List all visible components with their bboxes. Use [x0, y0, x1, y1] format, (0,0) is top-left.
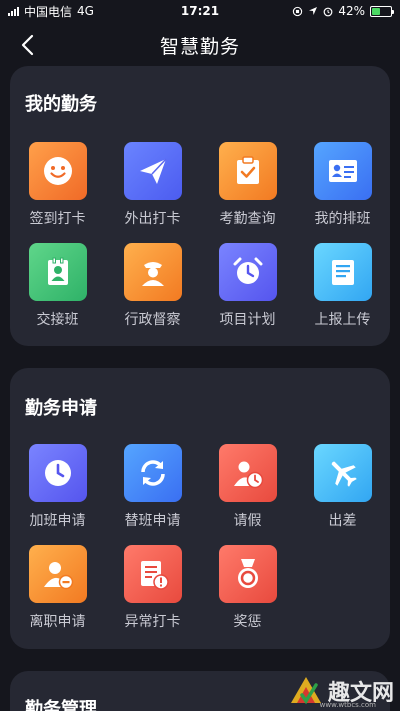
watermark-url: www.wtbcs.com: [319, 701, 376, 709]
grid-item-label: 替班申请: [124, 513, 181, 529]
grid-item-label: 离职申请: [29, 614, 86, 630]
page-title: 智慧勤务: [159, 35, 240, 58]
grid-item-label: 上报上传: [314, 312, 371, 328]
grid-item-label: 项目计划: [219, 312, 276, 328]
alarm-clock-icon: [218, 243, 277, 301]
smile-icon: [28, 142, 87, 200]
grid-item-label: 请假: [233, 513, 262, 529]
signal-icon: [8, 6, 19, 16]
clipboard-check-icon: [218, 142, 277, 200]
grid-item-label: 加班申请: [29, 513, 86, 529]
clock-icon: [28, 444, 87, 502]
grid-item-leave[interactable]: 请假: [200, 444, 295, 530]
paper-plane-icon: [123, 142, 182, 200]
grid-item-label: 奖惩: [233, 614, 262, 630]
section-title: 我的勤务: [25, 94, 97, 115]
id-card-icon: [313, 142, 372, 200]
grid-item-label: 外出打卡: [124, 211, 181, 227]
carrier-label: 中国电信: [24, 4, 73, 19]
grid-item-handover[interactable]: 交接班: [10, 243, 105, 329]
contact-book-icon: [28, 243, 87, 301]
watermark: 趣文网 www.wtbcs.com: [288, 673, 394, 709]
location-arrow-icon: [309, 7, 318, 15]
grid-item-label: 考勤查询: [219, 211, 276, 227]
section-grid: 签到打卡 外出打卡 考勤查询 我的排班 交接班 行政督察 项目计划 上报上传: [10, 142, 390, 329]
officer-icon: [123, 243, 182, 301]
status-right: 42%: [292, 4, 394, 18]
medal-icon: [218, 545, 277, 603]
grid-item-my-schedule[interactable]: 我的排班: [295, 142, 390, 228]
grid-item-label: 交接班: [36, 312, 79, 328]
grid-item-attendance-query[interactable]: 考勤查询: [200, 142, 295, 228]
section-grid: 加班申请 替班申请 请假 出差 离职申请 异常打卡 奖惩: [10, 444, 390, 631]
battery-fill: [372, 7, 380, 15]
grid-item-label: 签到打卡: [29, 211, 86, 227]
section-duty-application: 勤务申请 加班申请 替班申请 请假 出差 离职申请 异常打卡 奖惩: [10, 368, 390, 649]
orientation-lock-icon: [293, 6, 303, 16]
grid-item-resignation[interactable]: 离职申请: [10, 545, 105, 631]
grid-item-business-trip[interactable]: 出差: [295, 444, 390, 530]
airplane-icon: [313, 444, 372, 502]
grid-item-label: 出差: [328, 513, 357, 529]
battery-percent: 42%: [338, 4, 365, 18]
watermark-logo-icon: [290, 677, 321, 705]
user-clock-icon: [218, 444, 277, 502]
back-button[interactable]: [14, 32, 40, 58]
grid-item-overtime[interactable]: 加班申请: [10, 444, 105, 530]
grid-item-label: 行政督察: [124, 312, 181, 328]
network-label: 4G: [77, 4, 94, 18]
section-my-duty: 我的勤务 签到打卡 外出打卡 考勤查询 我的排班 交接班 行政督察 项目计划 上…: [10, 66, 390, 346]
grid-item-sign-in[interactable]: 签到打卡: [10, 142, 105, 228]
grid-item-label: 我的排班: [314, 211, 371, 227]
refresh-icon: [123, 444, 182, 502]
alert-document-icon: [123, 545, 182, 603]
grid-item-reward-punish[interactable]: 奖惩: [200, 545, 295, 631]
battery-icon: [370, 5, 394, 17]
section-title: 勤务管理: [25, 699, 97, 711]
section-title: 勤务申请: [25, 398, 97, 419]
alarm-icon: [323, 7, 333, 16]
chevron-left-icon: [21, 34, 34, 56]
grid-item-substitute[interactable]: 替班申请: [105, 444, 200, 530]
status-bar: 中国电信 4G 17:21 42%: [0, 0, 400, 22]
nav-bar: 智慧勤务: [0, 22, 400, 68]
grid-item-project-plan[interactable]: 项目计划: [200, 243, 295, 329]
user-minus-icon: [28, 545, 87, 603]
status-left: 中国电信 4G: [8, 3, 94, 20]
grid-item-abnormal-clock[interactable]: 异常打卡: [105, 545, 200, 631]
grid-item-report-upload[interactable]: 上报上传: [295, 243, 390, 329]
document-icon: [313, 243, 372, 301]
grid-item-admin-inspection[interactable]: 行政督察: [105, 243, 200, 329]
grid-item-outing[interactable]: 外出打卡: [105, 142, 200, 228]
grid-item-label: 异常打卡: [124, 614, 181, 630]
